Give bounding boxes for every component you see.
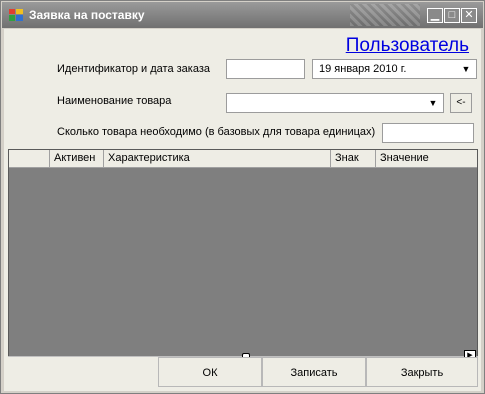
grid-row-selector-header — [9, 150, 49, 167]
close-button[interactable]: Закрыть — [366, 357, 478, 387]
chevron-down-icon[interactable]: ▼ — [425, 95, 441, 111]
minimize-button[interactable]: ▁ — [427, 8, 443, 23]
product-select[interactable]: ▼ — [226, 93, 444, 113]
window-title: Заявка на поставку — [29, 8, 145, 22]
product-label: Наименование товара — [57, 95, 172, 107]
column-header-characteristic[interactable]: Характеристика — [103, 150, 330, 167]
ok-button[interactable]: ОК — [158, 357, 262, 387]
maximize-icon: □ — [448, 9, 456, 21]
maximize-button[interactable]: □ — [444, 8, 460, 23]
title-bar[interactable]: Заявка на поставку ▁ □ ✕ — [2, 2, 483, 28]
order-id-input[interactable] — [226, 59, 305, 79]
order-label: Идентификатор и дата заказа — [57, 63, 210, 75]
order-date-picker[interactable]: 19 января 2010 г. ▼ — [312, 59, 477, 79]
minimize-icon: ▁ — [430, 9, 440, 21]
form-client-area: Пользователь Идентификатор и дата заказа… — [4, 29, 481, 391]
close-window-button[interactable]: ✕ — [461, 8, 477, 23]
save-button[interactable]: Записать — [262, 357, 366, 387]
title-bar-pattern — [350, 4, 420, 26]
quantity-label: Сколько товара необходимо (в базовых для… — [57, 126, 376, 138]
quantity-input[interactable] — [382, 123, 474, 143]
column-header-value[interactable]: Значение — [375, 150, 477, 167]
order-date-value: 19 января 2010 г. — [319, 63, 407, 75]
product-pick-button[interactable]: <- — [450, 93, 472, 113]
chevron-down-icon[interactable]: ▼ — [458, 61, 474, 77]
close-icon: ✕ — [464, 9, 474, 21]
button-bar: ▶ ОК Записать Закрыть — [8, 350, 478, 387]
grid-header: Активен Характеристика Знак Значение — [9, 150, 477, 168]
column-header-sign[interactable]: Знак — [330, 150, 375, 167]
order-request-window: Заявка на поставку ▁ □ ✕ Пользователь Ид… — [0, 0, 485, 394]
characteristics-grid[interactable]: Активен Характеристика Знак Значение — [8, 149, 478, 357]
user-link[interactable]: Пользователь — [346, 35, 469, 57]
app-icon — [9, 9, 23, 21]
column-header-active[interactable]: Активен — [49, 150, 103, 167]
